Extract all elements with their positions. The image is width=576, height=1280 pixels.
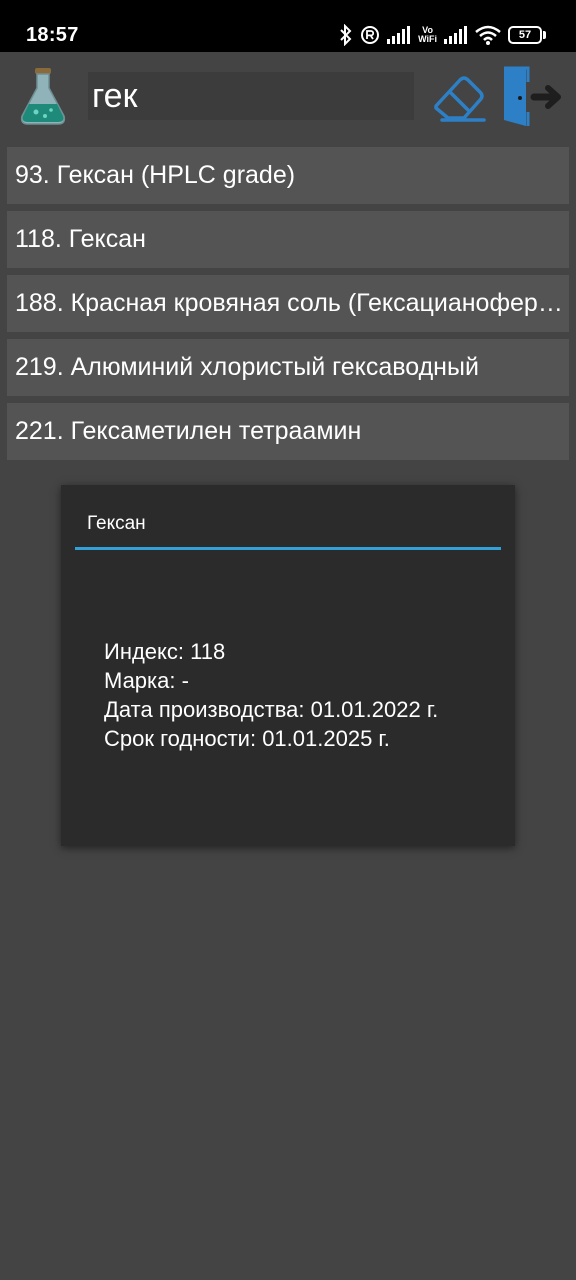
- list-item[interactable]: 93. Гексан (HPLC grade): [7, 147, 569, 204]
- list-item[interactable]: 221. Гексаметилен тетраамин: [7, 403, 569, 460]
- eraser-button[interactable]: [430, 68, 488, 126]
- vowifi-bottom-text: WiFi: [418, 34, 437, 44]
- search-input[interactable]: [88, 72, 414, 120]
- list-item[interactable]: 118. Гексан: [7, 211, 569, 268]
- registered-icon: [360, 25, 380, 45]
- dialog-grade: Марка: -: [104, 668, 189, 693]
- exit-door-icon: [504, 66, 561, 126]
- list-item[interactable]: 188. Красная кровяная соль (Гексацианофе…: [7, 275, 569, 332]
- vowifi-icon: Vo WiFi: [418, 26, 437, 44]
- dialog-expiry-date: Срок годности: 01.01.2025 г.: [104, 726, 390, 751]
- list-item[interactable]: 219. Алюминий хлористый гексаводный: [7, 339, 569, 396]
- dialog-title: Гексан: [87, 513, 146, 534]
- signal-icon: [387, 26, 411, 44]
- battery-level: 57: [518, 29, 532, 41]
- signal-icon: [444, 26, 468, 44]
- dialog-index: Индекс: 118: [104, 639, 226, 664]
- details-dialog: Гексан Индекс: 118 Марка: - Дата произво…: [61, 485, 515, 846]
- status-bar: 18:57 Vo WiFi 57: [0, 0, 576, 52]
- battery-nub: [543, 31, 546, 39]
- dialog-production-date: Дата производства: 01.01.2022 г.: [104, 697, 439, 722]
- battery-body: 57: [508, 26, 542, 44]
- battery-icon: 57: [508, 26, 546, 44]
- status-time: 18:57: [26, 24, 79, 46]
- flask-icon: [18, 66, 68, 126]
- wifi-icon: [475, 25, 501, 45]
- status-icons: Vo WiFi 57: [339, 22, 546, 48]
- dialog-body: Индекс: 118 Марка: - Дата производства: …: [104, 637, 438, 753]
- exit-button[interactable]: [500, 64, 566, 130]
- eraser-icon: [434, 76, 486, 122]
- bluetooth-icon: [339, 24, 353, 46]
- dialog-divider: [75, 547, 501, 550]
- results-list: 93. Гексан (HPLC grade) 118. Гексан 188.…: [7, 147, 569, 467]
- app-bar: [0, 52, 576, 142]
